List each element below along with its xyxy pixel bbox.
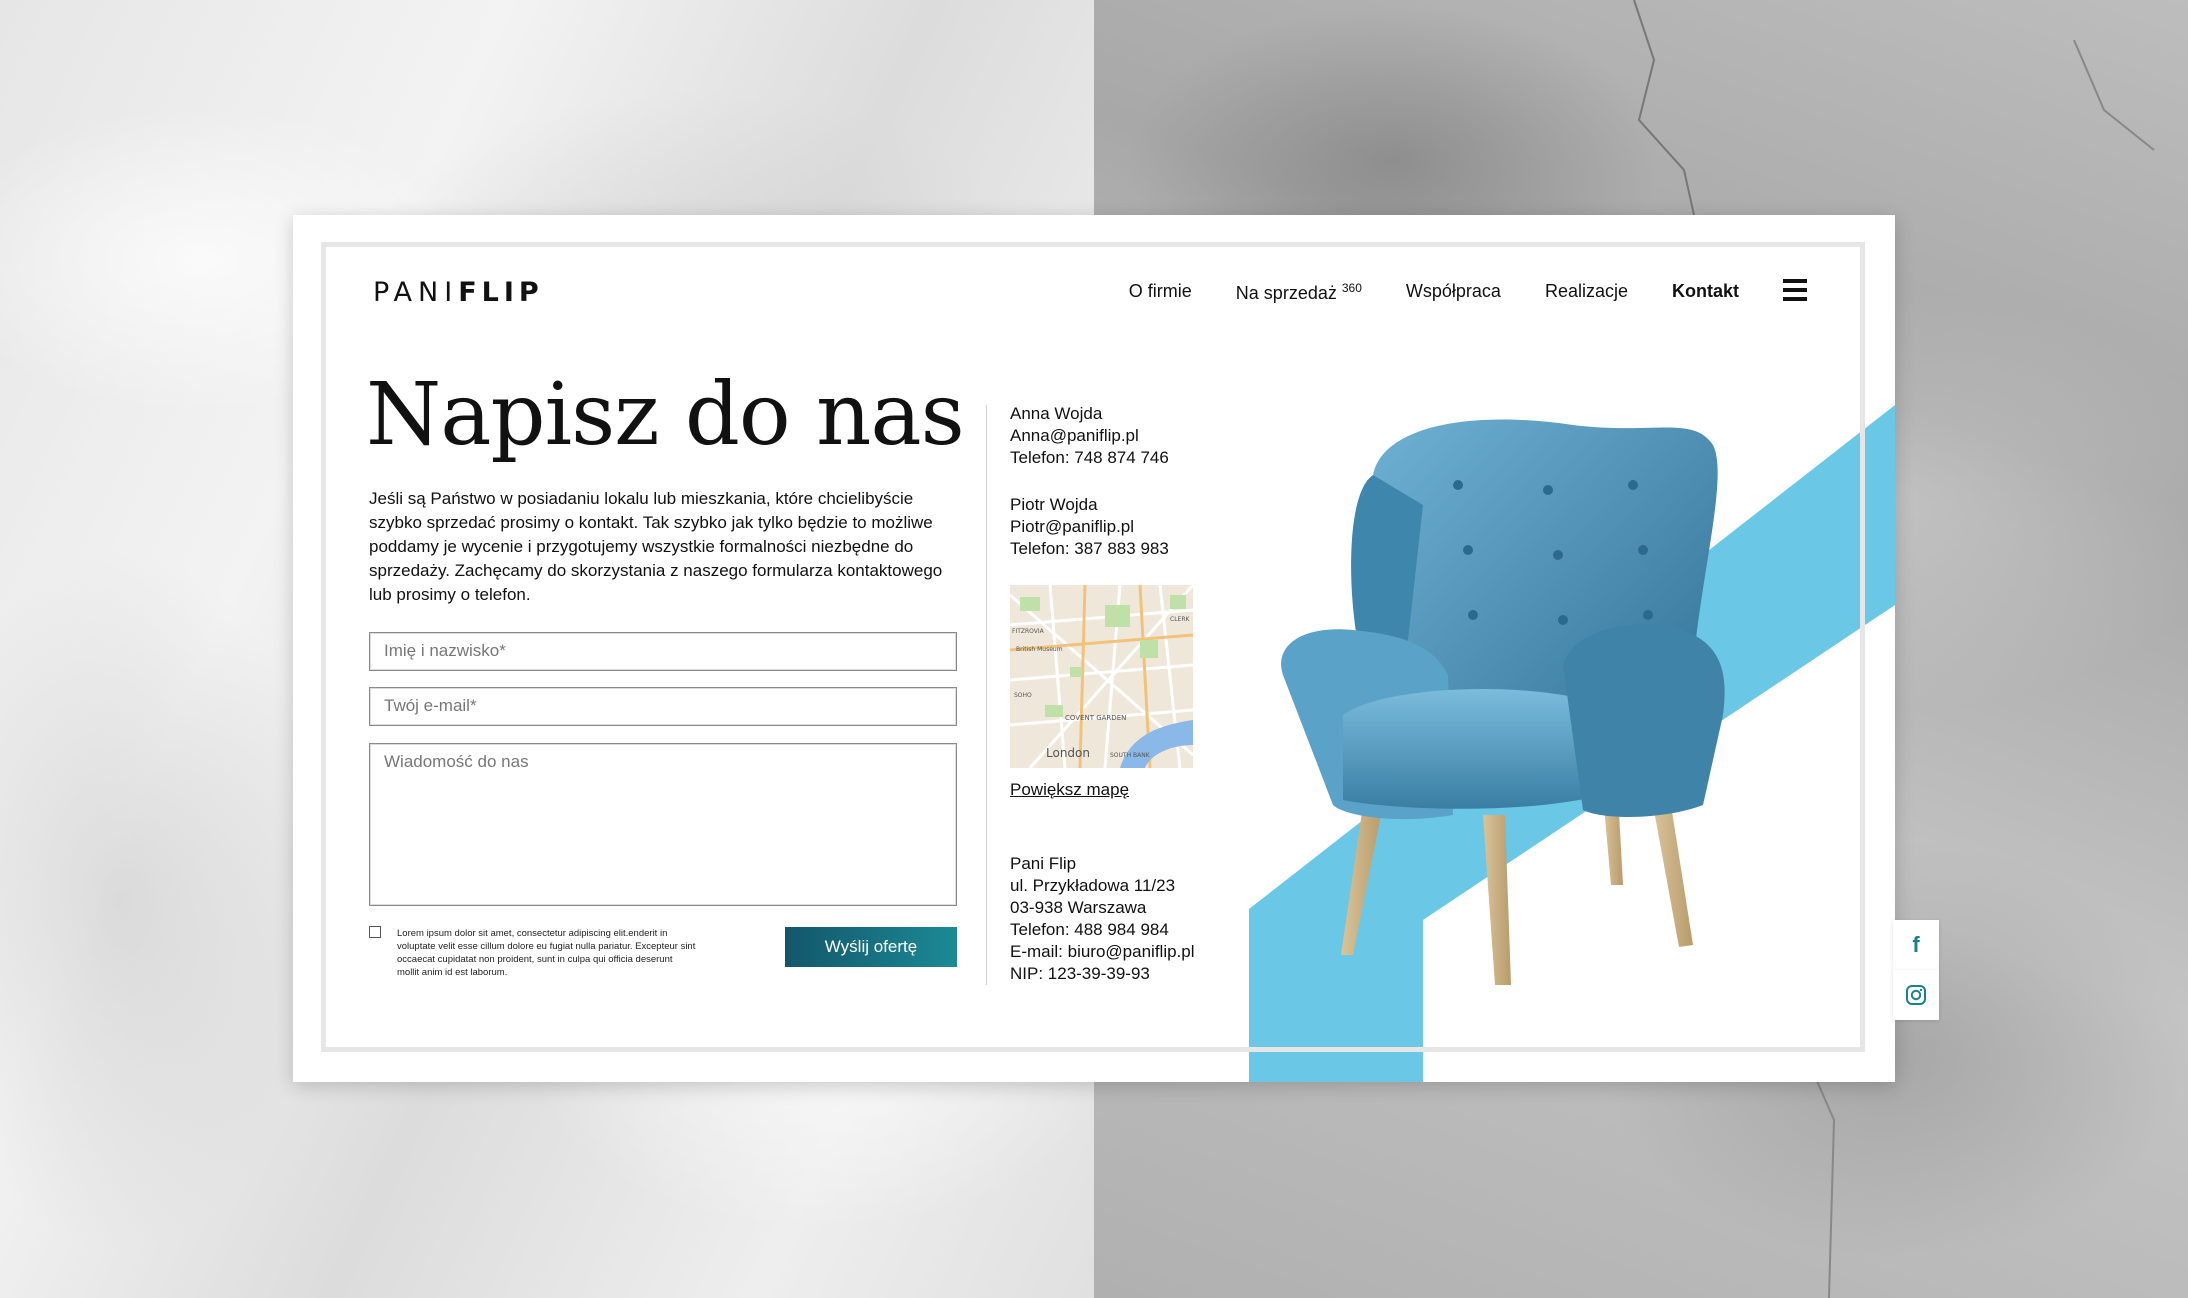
instagram-icon: [1906, 985, 1926, 1005]
contact-card: PANIFLIP O firmie Na sprzedaż 360 Współp…: [293, 215, 1895, 1082]
map-label-covent: COVENT GARDEN: [1065, 714, 1126, 722]
contact-piotr: Piotr Wojda Piotr@paniflip.pl Telefon: 3…: [1010, 494, 1169, 560]
armchair-image: [1281, 419, 1725, 985]
contact-anna: Anna Wojda Anna@paniflip.pl Telefon: 748…: [1010, 403, 1169, 469]
company-name: Pani Flip: [1010, 854, 1077, 873]
nav-na-sprzedaz-label: Na sprzedaż: [1235, 283, 1337, 303]
nav-na-sprzedaz[interactable]: Na sprzedaż 360: [1236, 281, 1362, 304]
intro-text: Jeśli są Państwo w posiadaniu lokalu lub…: [369, 489, 943, 604]
consent-text: Lorem ipsum dolor sit amet, consectetur …: [397, 928, 696, 978]
company-nip: NIP: 123-39-39-93: [1010, 964, 1150, 983]
contact-piotr-phone[interactable]: Telefon: 387 883 983: [1010, 538, 1169, 560]
column-divider: [986, 405, 987, 985]
enlarge-map-link[interactable]: Powiększ mapę: [1010, 780, 1129, 800]
company-city: 03-938 Warszawa: [1010, 898, 1147, 917]
nav-kontakt[interactable]: Kontakt: [1672, 281, 1739, 304]
main-nav: O firmie Na sprzedaż 360 Współpraca Real…: [1085, 281, 1739, 304]
map-label-fitz: FITZROVIA: [1012, 628, 1045, 635]
contact-anna-phone[interactable]: Telefon: 748 874 746: [1010, 447, 1169, 469]
logo-bold-text: FLIP: [458, 277, 544, 308]
map-label-museum: British Museum: [1016, 646, 1063, 653]
name-field[interactable]: Imię i nazwisko*: [369, 632, 957, 671]
message-field[interactable]: Wiadomość do nas: [369, 743, 957, 906]
facebook-icon: f: [1912, 932, 1920, 957]
submit-button[interactable]: Wyślij ofertę: [785, 927, 957, 967]
company-email[interactable]: E-mail: biuro@paniflip.pl: [1010, 941, 1195, 963]
facebook-button[interactable]: f: [1893, 920, 1939, 970]
contact-anna-name: Anna Wojda: [1010, 404, 1103, 423]
nav-realizacje[interactable]: Realizacje: [1545, 281, 1628, 304]
map-label-south: SOUTH BANK: [1110, 752, 1151, 759]
logo-light-text: PANI: [373, 277, 459, 308]
consent-checkbox[interactable]: [369, 926, 381, 938]
map-label-clerk: CLERK: [1170, 616, 1190, 623]
page-title: Napisz do nas: [366, 365, 965, 465]
instagram-button[interactable]: [1893, 970, 1939, 1020]
map-thumbnail[interactable]: COVENT GARDEN London SOHO British Museum…: [1010, 585, 1193, 768]
contact-piotr-email[interactable]: Piotr@paniflip.pl: [1010, 516, 1169, 538]
contact-company: Pani Flip ul. Przykładowa 11/23 03-938 W…: [1010, 853, 1195, 985]
map-label-soho: SOHO: [1014, 692, 1032, 699]
contact-piotr-name: Piotr Wojda: [1010, 495, 1098, 514]
map-graphic: COVENT GARDEN London SOHO British Museum…: [1010, 585, 1193, 768]
company-street: ul. Przykładowa 11/23: [1010, 876, 1176, 895]
nav-o-firmie[interactable]: O firmie: [1129, 281, 1192, 304]
logo[interactable]: PANIFLIP: [373, 277, 544, 308]
nav-wspolpraca[interactable]: Współpraca: [1406, 281, 1501, 304]
contact-anna-email[interactable]: Anna@paniflip.pl: [1010, 425, 1169, 447]
menu-icon[interactable]: [1783, 279, 1807, 301]
email-field[interactable]: Twój e-mail*: [369, 687, 957, 726]
company-phone[interactable]: Telefon: 488 984 984: [1010, 919, 1195, 941]
nav-360-badge: 360: [1341, 281, 1362, 295]
map-label-london: London: [1046, 746, 1090, 760]
